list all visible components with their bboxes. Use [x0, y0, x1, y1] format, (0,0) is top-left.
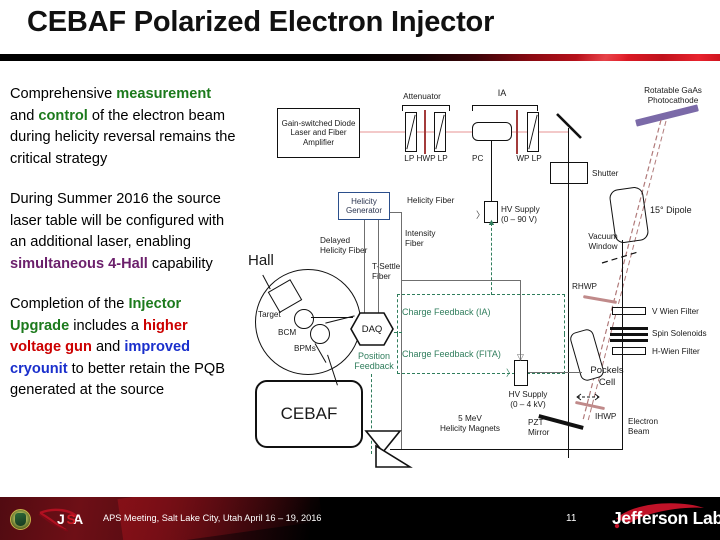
- t-settle-fiber-line: [378, 220, 380, 324]
- h-wien-filter-element: [612, 347, 646, 355]
- helicity-generator-box: Helicity Generator: [338, 192, 390, 220]
- polarizer-lp3: [527, 112, 539, 152]
- target-label: Target: [258, 310, 281, 319]
- wave-plate-ia: [516, 110, 519, 154]
- hv-4kv-arrow-icon: 〉: [506, 368, 516, 378]
- dipole-15deg-label: 15° Dipole: [650, 205, 692, 215]
- helicity-magnets-bowtie: [362, 427, 418, 469]
- charge-feedback-ia-arrow-icon: ▲: [487, 217, 496, 227]
- attenuator-bracket-top: [402, 105, 450, 107]
- ia-bracket-left: [472, 105, 474, 111]
- attenuator-elements-label: LP HWP LP: [404, 154, 448, 163]
- jsa-logo-letter-s: S: [66, 511, 76, 527]
- paragraph-2: During Summer 2016 the source laser tabl…: [10, 189, 238, 275]
- paragraph-3: Completion of the Injector Upgrade inclu…: [10, 294, 238, 402]
- footer-meeting-note: APS Meeting, Salt Lake City, Utah April …: [103, 513, 322, 523]
- polarizer-lp2: [434, 112, 446, 152]
- run-text: and: [10, 107, 39, 124]
- hall-label: Hall: [248, 252, 274, 269]
- pockels-cell-label: Pockels Cell: [590, 365, 624, 388]
- hv-4kv-top-arrow-icon: ▽: [517, 352, 524, 362]
- gaas-photocathode-label: Rotatable GaAs Photocathode: [644, 86, 702, 105]
- bcm-label: BCM: [278, 328, 297, 337]
- title-bar: CEBAF Polarized Electron Injector: [0, 0, 720, 52]
- title-divider-highlight: [500, 54, 720, 61]
- daq-hexagon: DAQ: [350, 312, 394, 346]
- pc-label: PC: [472, 154, 484, 163]
- spin-solenoids-label: Spin Solenoids: [652, 329, 707, 338]
- rhwp-label: RHWP: [572, 282, 598, 291]
- run-text: capability: [147, 255, 213, 272]
- body-text-column: Comprehensive measurement and control of…: [10, 84, 238, 402]
- hv-4kv-to-pockels-line: [528, 372, 582, 374]
- daq-to-feedback-line: [394, 332, 402, 333]
- slide: CEBAF Polarized Electron Injector Compre…: [0, 0, 720, 540]
- bpms-circle: [310, 324, 330, 344]
- injector-schematic-diagram: Gain-switched Diode Laser and Fiber Ampl…: [248, 84, 720, 484]
- page-title: CEBAF Polarized Electron Injector: [27, 6, 495, 38]
- electron-beam-label: Electron Beam: [628, 417, 659, 436]
- hv-supply-4kv-box: [514, 360, 528, 386]
- electron-beam-horizontal: [390, 449, 623, 451]
- vacuum-window-label: Vacuum Window: [588, 232, 618, 251]
- daq-label: DAQ: [361, 323, 383, 335]
- delayed-helicity-fiber-line: [364, 220, 366, 324]
- intensity-fiber-label: Intensity Fiber: [405, 229, 436, 248]
- run-text: Comprehensive: [10, 86, 117, 102]
- polarizer-lp1: [405, 112, 417, 152]
- spin-solenoid-bar-3: [610, 339, 648, 342]
- pc-to-hv-line: [491, 141, 493, 203]
- run-text: and: [91, 339, 125, 355]
- cebaf-box: CEBAF: [255, 380, 363, 448]
- run-highlight-measurement: measurement: [116, 86, 212, 102]
- pockels-cell-ia-box: [472, 122, 512, 141]
- h-wien-filter-label: H-Wien Filter: [652, 347, 700, 356]
- ihwp-arrow-icon: [575, 392, 601, 402]
- laser-source-box: Gain-switched Diode Laser and Fiber Ampl…: [277, 108, 360, 158]
- bpms-label: BPMs: [294, 344, 316, 353]
- doe-seal-inner-icon: [15, 513, 26, 526]
- v-wien-filter-element: [612, 307, 646, 315]
- spin-solenoid-bar-2: [610, 333, 648, 336]
- v-wien-filter-label: V Wien Filter: [652, 307, 699, 316]
- page-number: 11: [566, 513, 577, 524]
- ia-branch-horizontal: [401, 280, 521, 282]
- paragraph-1: Comprehensive measurement and control of…: [10, 84, 238, 170]
- helicity-magnets-label: 5 MeV Helicity Magnets: [439, 414, 501, 433]
- run-text: Completion of the: [10, 296, 129, 312]
- jefferson-lab-logo: Jefferson Lab: [612, 508, 720, 528]
- charge-feedback-ia-label: Charge Feedback (IA): [402, 307, 491, 317]
- vacuum-window-marker: [600, 250, 640, 266]
- helicity-fiber-label: Helicity Fiber: [407, 196, 455, 205]
- ia-label: IA: [497, 88, 507, 98]
- ia-elements-label: WP LP: [516, 154, 542, 163]
- attenuator-bracket-right: [449, 105, 451, 111]
- ia-bracket-top: [472, 105, 538, 107]
- pzt-mirror-label: PZT Mirror: [528, 418, 550, 437]
- run-text: During Summer 2016 the source laser tabl…: [10, 191, 225, 250]
- attenuator-bracket-left: [402, 105, 404, 111]
- ia-bracket-right: [537, 105, 539, 111]
- bcm-circle: [294, 309, 314, 329]
- charge-feedback-fita-label: Charge Feedback (FITA): [402, 349, 501, 359]
- spin-solenoid-bar-1: [610, 327, 648, 330]
- electron-beam-vertical: [622, 240, 624, 450]
- hv-90v-arrow-icon: 〉: [476, 210, 486, 220]
- attenuator-label: Attenuator: [403, 92, 441, 101]
- hv-supply-4kv-label: HV Supply (0 – 4 kV): [508, 390, 548, 409]
- hv-supply-90v-label: HV Supply (0 – 90 V): [501, 205, 540, 224]
- run-text: includes a: [69, 317, 144, 334]
- charge-feedback-ia-arrow-line: [491, 223, 492, 295]
- position-feedback-label: Position Feedback: [354, 351, 394, 371]
- delayed-helicity-fiber-label: Delayed Helicity Fiber: [320, 236, 368, 255]
- run-highlight-four-hall: simultaneous 4-Hall: [10, 255, 148, 272]
- half-wave-plate-attenuator: [424, 110, 427, 154]
- run-highlight-control: control: [38, 107, 88, 124]
